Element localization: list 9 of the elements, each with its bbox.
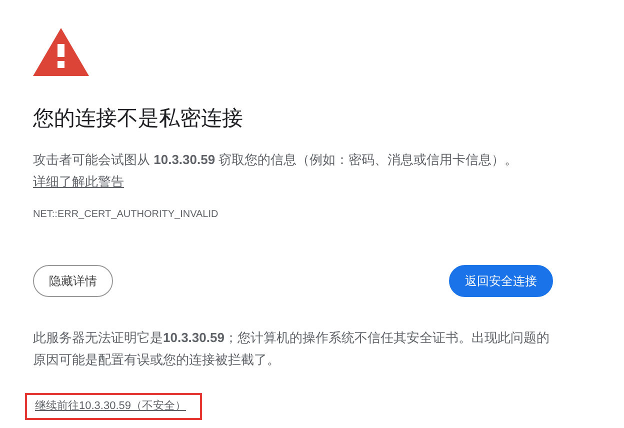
error-code: NET::ERR_CERT_AUTHORITY_INVALID [33,208,220,222]
back-to-safety-button[interactable]: 返回安全连接 [449,265,553,298]
learn-more-link[interactable]: 详细了解此警告 [33,174,124,190]
page-heading: 您的连接不是私密连接 [33,106,244,132]
warning-icon [33,28,89,76]
warning-text: 攻击者可能会试图从 10.3.30.59 窃取您的信息（例如：密码、消息或信用卡信息）。 详细了解此警告 [33,151,519,192]
details-text: 此服务器无法证明它是10.3.30.59；您计算机的操作系统不信任其安全证书。出现此问题的原因可能是配置有误或您的连接被拦截了。 [33,329,550,370]
hide-details-button[interactable]: 隐藏详情 [33,265,113,298]
proceed-link[interactable]: 继续前往10.3.30.59（不安全） [25,393,202,420]
